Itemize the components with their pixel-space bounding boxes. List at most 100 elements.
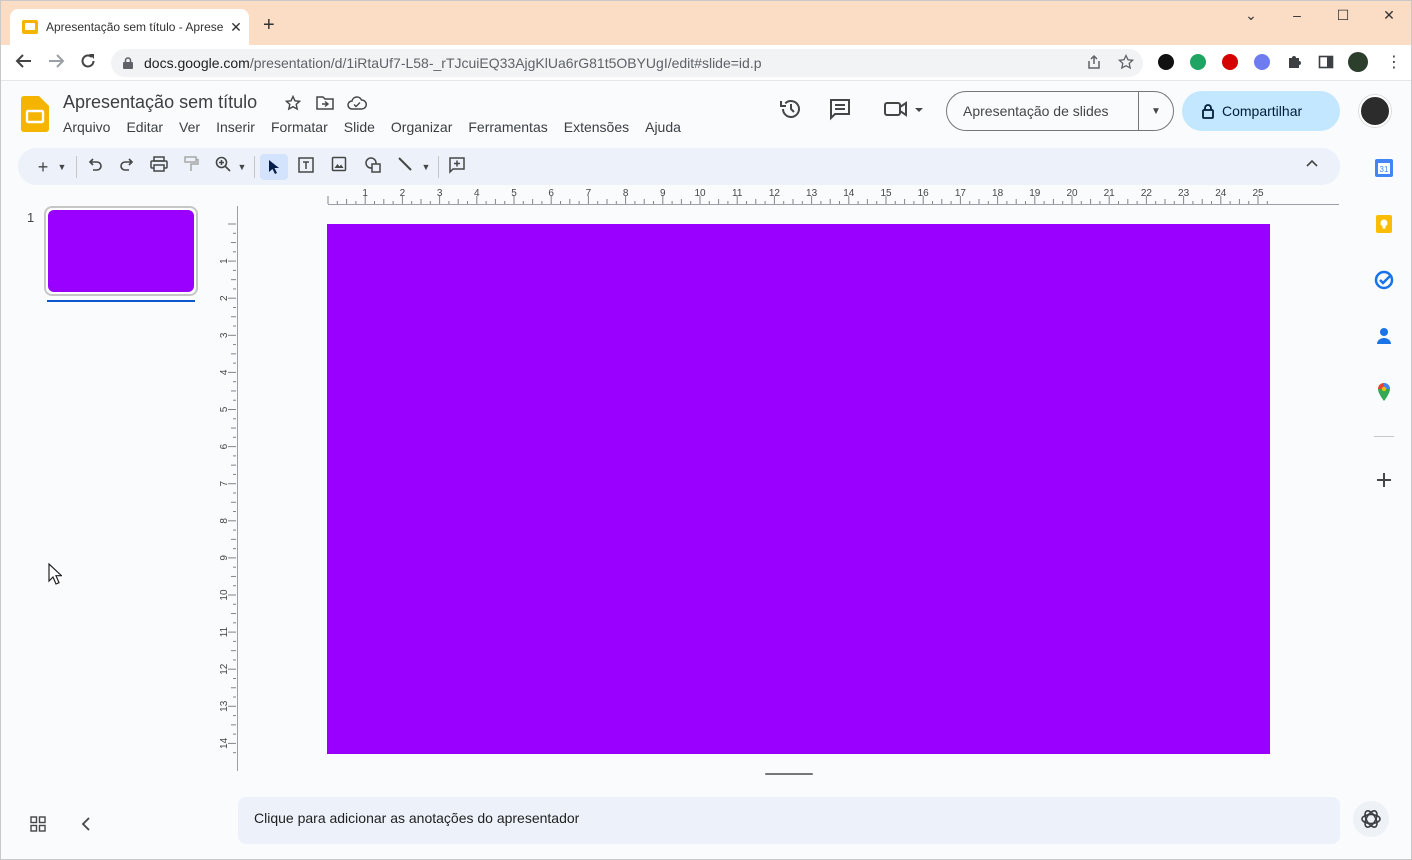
back-icon[interactable] bbox=[13, 52, 35, 75]
ruler-label: 4 bbox=[219, 369, 230, 375]
browser-tab[interactable]: Apresentação sem título - Apresentações … bbox=[10, 9, 249, 45]
lock-icon[interactable] bbox=[123, 56, 133, 69]
side-panel-toggle-icon[interactable] bbox=[1318, 54, 1334, 75]
ruler-label: 5 bbox=[219, 406, 230, 412]
ruler-label: 20 bbox=[1066, 188, 1078, 199]
ruler-label: 6 bbox=[548, 188, 554, 199]
shape-icon[interactable] bbox=[362, 156, 384, 178]
ruler-label: 15 bbox=[880, 188, 892, 199]
menu-ajuda[interactable]: Ajuda bbox=[645, 119, 681, 135]
ruler-label: 7 bbox=[219, 480, 230, 486]
minimize-button[interactable]: – bbox=[1274, 7, 1320, 27]
ruler-label: 3 bbox=[219, 332, 230, 338]
forward-icon[interactable] bbox=[45, 52, 67, 75]
slideshow-dropdown-icon[interactable]: ▼ bbox=[1139, 106, 1173, 117]
slides-logo-icon[interactable] bbox=[21, 96, 49, 132]
maximize-button[interactable]: ☐ bbox=[1320, 7, 1366, 27]
menu-slide[interactable]: Slide bbox=[344, 119, 375, 135]
zoom-icon[interactable] bbox=[212, 156, 234, 178]
account-avatar[interactable] bbox=[1359, 95, 1391, 127]
bookmark-star-icon[interactable] bbox=[1117, 53, 1135, 74]
text-box-icon[interactable] bbox=[295, 156, 317, 178]
ruler-label: 14 bbox=[843, 188, 855, 199]
version-history-icon[interactable] bbox=[779, 97, 803, 121]
add-comment-icon[interactable] bbox=[446, 156, 468, 178]
ruler-label: 16 bbox=[918, 188, 930, 199]
menu-formatar[interactable]: Formatar bbox=[271, 119, 328, 135]
undo-icon[interactable] bbox=[84, 156, 106, 178]
svg-text:31: 31 bbox=[1380, 165, 1389, 174]
ruler-label: 13 bbox=[219, 700, 230, 712]
side-panel bbox=[1357, 141, 1411, 859]
close-window-button[interactable]: ✕ bbox=[1366, 7, 1411, 27]
collapse-filmstrip-icon[interactable] bbox=[80, 816, 92, 837]
redo-icon[interactable] bbox=[116, 156, 138, 178]
slide-thumbnail[interactable] bbox=[44, 206, 198, 296]
line-tool-icon[interactable] bbox=[394, 156, 416, 178]
cloud-saved-icon[interactable] bbox=[347, 96, 367, 115]
menu-extensoes[interactable]: Extensões bbox=[564, 119, 629, 135]
paint-format-icon[interactable] bbox=[180, 156, 202, 178]
zoom-dropdown-icon[interactable]: ▼ bbox=[235, 156, 249, 178]
share-page-icon[interactable] bbox=[1086, 54, 1102, 74]
extension-icon-1[interactable] bbox=[1158, 54, 1174, 70]
menu-ferramentas[interactable]: Ferramentas bbox=[468, 119, 547, 135]
assistant-floating-button[interactable] bbox=[1353, 801, 1389, 837]
ruler-label: 21 bbox=[1104, 188, 1116, 199]
extension-icon-4[interactable] bbox=[1254, 54, 1270, 70]
ruler-label: 13 bbox=[806, 188, 818, 199]
ruler-label: 12 bbox=[769, 188, 781, 199]
horizontal-ruler[interactable]: 1 2 3 4 5 6 7 8 9 10 11 12 13 14 15 16 17 18 19 20 21 22 23 24 2… bbox=[238, 186, 1339, 206]
contacts-icon[interactable] bbox=[1374, 326, 1394, 346]
extension-icon-2[interactable] bbox=[1190, 54, 1206, 70]
new-slide-layout-dropdown-icon[interactable]: ▼ bbox=[55, 156, 69, 178]
share-button[interactable]: Compartilhar bbox=[1182, 91, 1340, 131]
ruler-label: 7 bbox=[586, 188, 592, 199]
lock-icon bbox=[1202, 103, 1214, 119]
insert-image-icon[interactable] bbox=[328, 156, 350, 178]
slideshow-button-group: Apresentação de slides ▼ bbox=[946, 91, 1174, 131]
extensions-puzzle-icon[interactable] bbox=[1286, 54, 1302, 75]
url-path: /presentation/d/1iRtaUf7-L58-_rTJcuiEQ33… bbox=[249, 55, 762, 71]
tasks-icon[interactable] bbox=[1374, 270, 1394, 290]
line-dropdown-icon[interactable]: ▼ bbox=[419, 156, 433, 178]
menu-organizar[interactable]: Organizar bbox=[391, 119, 452, 135]
notes-resize-handle[interactable] bbox=[765, 773, 813, 775]
slide-thumbnail-selected-indicator bbox=[47, 300, 195, 302]
menu-editar[interactable]: Editar bbox=[126, 119, 163, 135]
move-folder-icon[interactable] bbox=[316, 95, 334, 116]
comments-icon[interactable] bbox=[828, 97, 852, 121]
tab-search-icon[interactable]: ⌄ bbox=[1228, 7, 1274, 27]
star-icon[interactable] bbox=[284, 94, 302, 116]
url-text[interactable]: docs.google.com/presentation/d/1iRtaUf7-… bbox=[144, 55, 762, 71]
new-slide-icon[interactable]: + bbox=[32, 156, 54, 178]
print-icon[interactable] bbox=[148, 156, 170, 178]
keep-icon[interactable] bbox=[1374, 214, 1394, 234]
menu-inserir[interactable]: Inserir bbox=[216, 119, 255, 135]
slide-canvas[interactable] bbox=[327, 224, 1270, 754]
ruler-label: 23 bbox=[1178, 188, 1190, 199]
ruler-label: 11 bbox=[732, 188, 743, 199]
meet-video-icon[interactable] bbox=[883, 97, 925, 121]
menu-arquivo[interactable]: Arquivo bbox=[63, 119, 110, 135]
grid-view-icon[interactable] bbox=[30, 816, 46, 837]
reload-icon[interactable] bbox=[77, 52, 99, 75]
vertical-ruler[interactable]: 1234567891011121314 bbox=[218, 206, 238, 771]
profile-avatar-icon[interactable] bbox=[1348, 52, 1368, 72]
get-addons-icon[interactable] bbox=[1375, 471, 1393, 494]
new-tab-button[interactable]: + bbox=[263, 15, 275, 35]
collapse-toolbar-icon[interactable] bbox=[1301, 156, 1323, 178]
maps-icon[interactable] bbox=[1374, 382, 1394, 402]
extension-icon-3[interactable] bbox=[1222, 54, 1238, 70]
ruler-label: 1 bbox=[219, 258, 230, 264]
vertical-ruler-baseline bbox=[237, 206, 238, 771]
slideshow-button[interactable]: Apresentação de slides bbox=[947, 92, 1139, 130]
ruler-label: 10 bbox=[694, 188, 706, 199]
menu-ver[interactable]: Ver bbox=[179, 119, 200, 135]
select-tool-icon[interactable] bbox=[260, 154, 288, 180]
document-title[interactable]: Apresentação sem título bbox=[63, 92, 257, 113]
close-tab-icon[interactable]: ✕ bbox=[228, 19, 244, 36]
ruler-label: 12 bbox=[219, 663, 230, 675]
browser-menu-icon[interactable]: ⋮ bbox=[1386, 52, 1402, 72]
calendar-icon[interactable]: 31 bbox=[1374, 158, 1394, 178]
